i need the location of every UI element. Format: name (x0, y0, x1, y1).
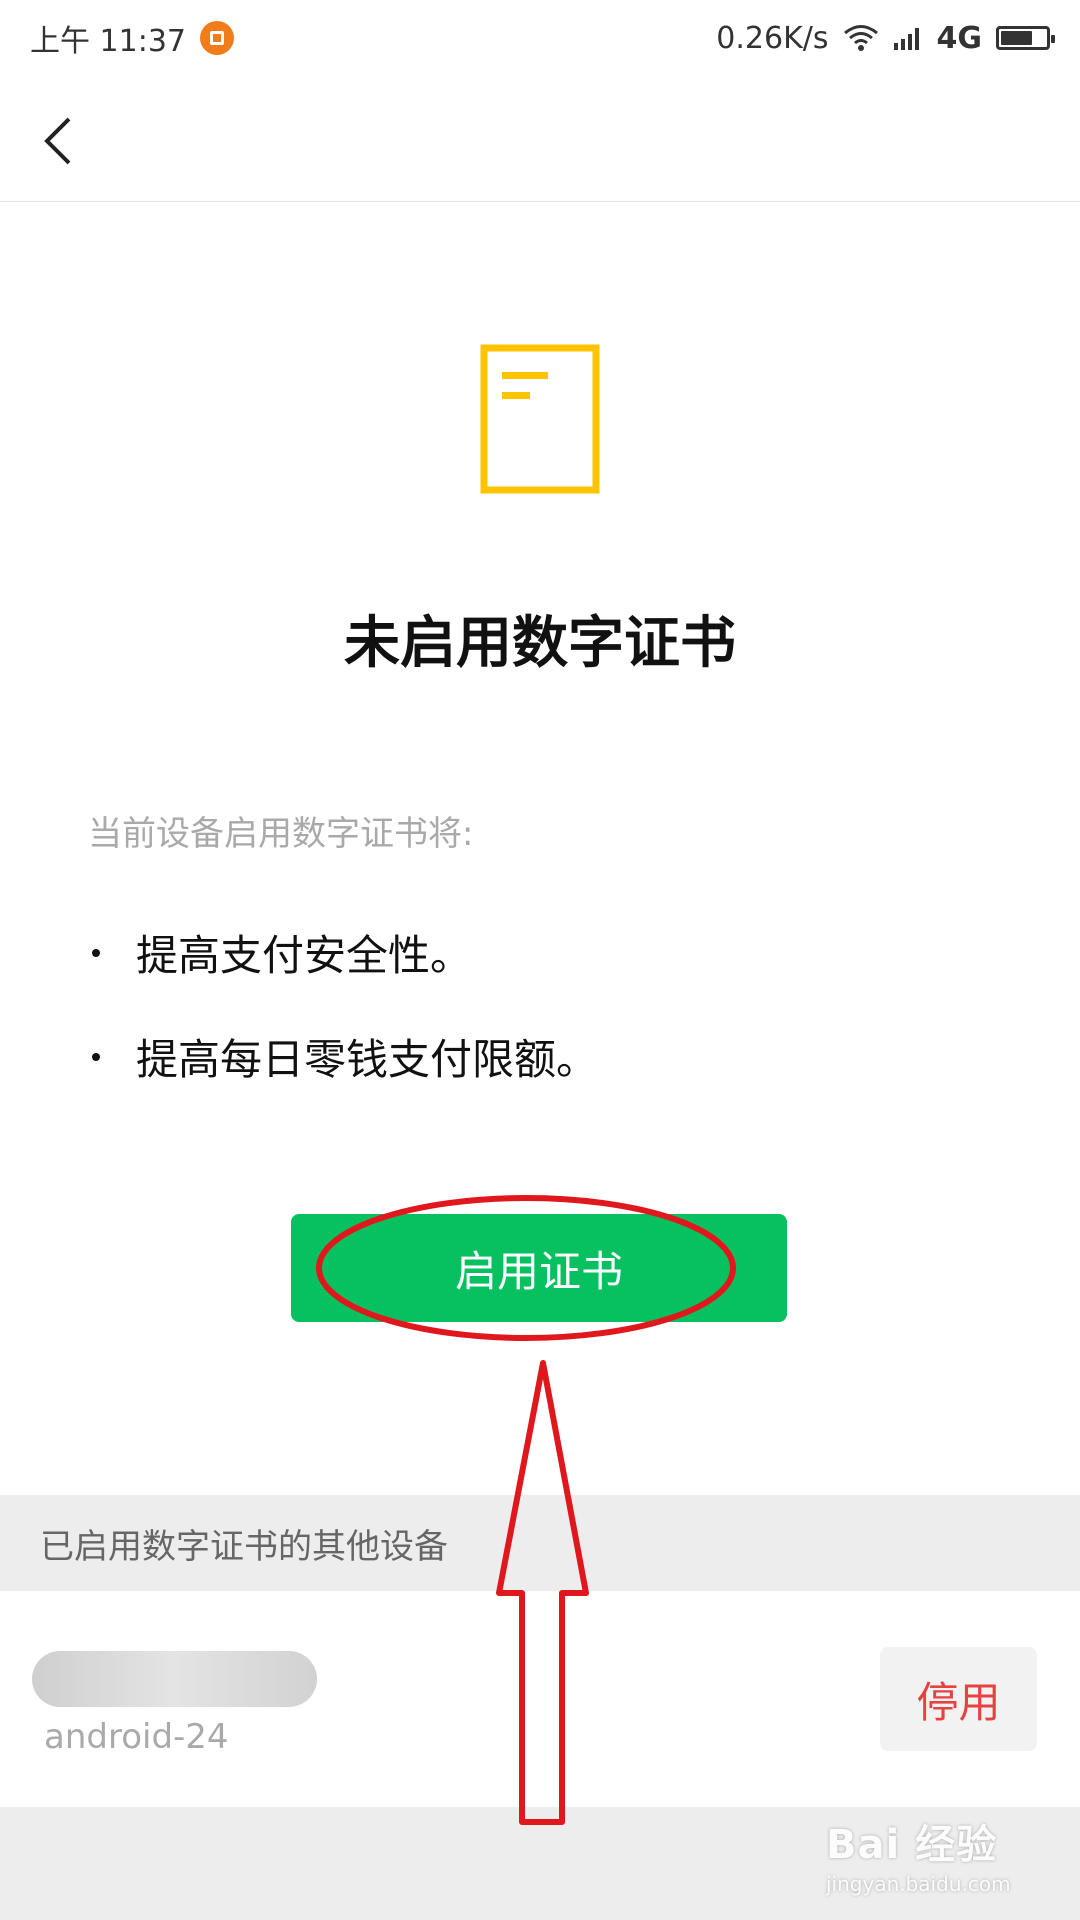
battery-icon (996, 26, 1055, 50)
benefit-item: 提高支付安全性。 (92, 922, 472, 983)
benefit-item: 提高每日零钱支付限额。 (92, 1026, 598, 1087)
enable-certificate-button[interactable]: 启用证书 (291, 1214, 787, 1322)
benefit-text: 提高每日零钱支付限额。 (136, 1035, 599, 1084)
status-time: 上午 11:37 (30, 24, 186, 59)
network-type: 4G (936, 20, 983, 56)
other-devices-header: 已启用数字证书的其他设备 (0, 1495, 1080, 1591)
disable-device-button[interactable]: 停用 (880, 1647, 1037, 1751)
bullet-icon (92, 948, 100, 957)
network-speed: 0.26K/s (716, 20, 829, 56)
back-button[interactable] (28, 106, 88, 176)
chevron-left-icon (44, 117, 71, 165)
watermark-url: jingyan.baidu.com (826, 1872, 1011, 1896)
signal-icon (893, 28, 919, 50)
device-name-redacted (32, 1651, 317, 1707)
description-subtitle: 当前设备启用数字证书将: (88, 814, 474, 854)
certificate-document-icon (480, 344, 600, 494)
page-title: 未启用数字证书 (344, 611, 736, 676)
notification-app-icon (200, 21, 234, 55)
watermark: Bai 经验 jingyan.baidu.com (826, 1812, 1011, 1896)
watermark-logo-text: Bai 经验 (826, 1822, 998, 1868)
status-bar: 上午 11:37 0.26K/s 4G (0, 0, 1080, 76)
bullet-icon (92, 1052, 100, 1061)
navigation-bar (0, 76, 1080, 202)
device-subtitle: android-24 (44, 1717, 229, 1757)
wifi-icon (843, 25, 878, 51)
benefit-text: 提高支付安全性。 (136, 931, 473, 980)
device-list-item: android-24 停用 (0, 1591, 1080, 1807)
section-header-label: 已启用数字证书的其他设备 (40, 1526, 448, 1567)
status-left: 上午 11:37 (30, 16, 234, 60)
battery-level-fill (1001, 31, 1032, 45)
status-right: 0.26K/s 4G (716, 20, 1055, 56)
